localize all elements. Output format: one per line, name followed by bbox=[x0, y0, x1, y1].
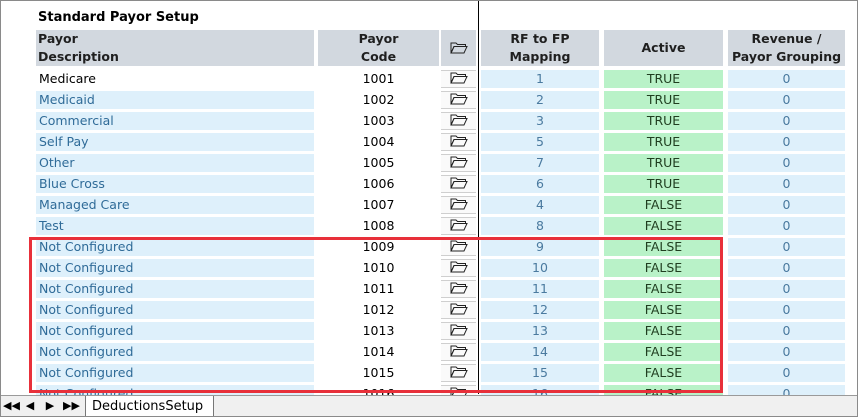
header-rev-line2: Payor Grouping bbox=[731, 49, 842, 64]
active-cell[interactable]: TRUE bbox=[604, 91, 723, 109]
revenue-grouping-cell[interactable]: 0 bbox=[728, 154, 845, 172]
payor-description-cell[interactable]: Test bbox=[36, 217, 314, 235]
header-desc-line1: Payor bbox=[38, 31, 78, 46]
folder-open-icon[interactable] bbox=[441, 217, 476, 235]
folder-open-icon[interactable] bbox=[441, 196, 476, 214]
table-row: Managed Care 1007 4 FALSE 0 bbox=[1, 196, 857, 217]
header-rev-line1: Revenue / bbox=[751, 31, 822, 46]
revenue-grouping-cell[interactable]: 0 bbox=[728, 343, 845, 361]
active-cell[interactable]: TRUE bbox=[604, 70, 723, 88]
highlight-box-not-configured bbox=[29, 237, 723, 393]
payor-description-cell[interactable]: Commercial bbox=[36, 112, 314, 130]
header-rf-to-fp-mapping: RF to FP Mapping bbox=[481, 30, 599, 66]
active-cell[interactable]: TRUE bbox=[604, 112, 723, 130]
header-desc-line2: Description bbox=[38, 49, 119, 64]
header-folder bbox=[441, 30, 476, 66]
revenue-grouping-cell[interactable]: 0 bbox=[728, 112, 845, 130]
folder-open-icon[interactable] bbox=[441, 175, 476, 193]
revenue-grouping-cell[interactable]: 0 bbox=[728, 364, 845, 382]
header-active: Active bbox=[604, 30, 723, 66]
header-rf-line2: Mapping bbox=[509, 49, 571, 64]
table-row: Other 1005 7 TRUE 0 bbox=[1, 154, 857, 175]
rf-mapping-cell[interactable]: 7 bbox=[481, 154, 599, 172]
revenue-grouping-cell[interactable]: 0 bbox=[728, 280, 845, 298]
header-payor-code: Payor Code bbox=[318, 30, 439, 66]
rf-mapping-cell[interactable]: 3 bbox=[481, 112, 599, 130]
payor-code-cell[interactable]: 1003 bbox=[318, 112, 439, 130]
revenue-grouping-cell[interactable]: 0 bbox=[728, 217, 845, 235]
first-sheet-button[interactable]: ◀◀ bbox=[3, 399, 20, 412]
revenue-grouping-cell[interactable]: 0 bbox=[728, 196, 845, 214]
rf-mapping-cell[interactable]: 1 bbox=[481, 70, 599, 88]
table-row: Blue Cross 1006 6 TRUE 0 bbox=[1, 175, 857, 196]
payor-description-cell[interactable]: Blue Cross bbox=[36, 175, 314, 193]
sheet-tab-deductions-setup[interactable]: DeductionsSetup bbox=[85, 396, 215, 416]
table-row: Medicare 1001 1 TRUE 0 bbox=[1, 70, 857, 91]
revenue-grouping-cell[interactable]: 0 bbox=[728, 301, 845, 319]
active-cell[interactable]: TRUE bbox=[604, 133, 723, 151]
header-payor-description: Payor Description bbox=[36, 30, 314, 66]
header-revenue-payor-grouping: Revenue / Payor Grouping bbox=[728, 30, 845, 66]
table-row: Self Pay 1004 5 TRUE 0 bbox=[1, 133, 857, 154]
next-sheet-button[interactable]: ▶ bbox=[43, 399, 57, 412]
payor-description-cell[interactable]: Medicaid bbox=[36, 91, 314, 109]
folder-open-icon[interactable] bbox=[441, 91, 476, 109]
payor-code-cell[interactable]: 1008 bbox=[318, 217, 439, 235]
active-cell[interactable]: TRUE bbox=[604, 175, 723, 193]
payor-code-cell[interactable]: 1006 bbox=[318, 175, 439, 193]
folder-open-icon[interactable] bbox=[441, 112, 476, 130]
spreadsheet-window: Standard Payor Setup Payor Description P… bbox=[0, 0, 858, 417]
active-cell[interactable]: FALSE bbox=[604, 217, 723, 235]
rf-mapping-cell[interactable]: 2 bbox=[481, 91, 599, 109]
revenue-grouping-cell[interactable]: 0 bbox=[728, 91, 845, 109]
revenue-grouping-cell[interactable]: 0 bbox=[728, 238, 845, 256]
payor-description-cell[interactable]: Medicare bbox=[36, 70, 314, 88]
revenue-grouping-cell[interactable]: 0 bbox=[728, 322, 845, 340]
rf-mapping-cell[interactable]: 4 bbox=[481, 196, 599, 214]
payor-code-cell[interactable]: 1004 bbox=[318, 133, 439, 151]
active-cell[interactable]: FALSE bbox=[604, 196, 723, 214]
revenue-grouping-cell[interactable]: 0 bbox=[728, 70, 845, 88]
header-code-line1: Payor bbox=[358, 31, 399, 46]
sheet-title: Standard Payor Setup bbox=[38, 10, 199, 25]
header-code-line2: Code bbox=[360, 49, 397, 64]
sheet-tab-bar: ◀◀ ◀ ▶ ▶▶ DeductionsSetup bbox=[1, 395, 857, 416]
folder-open-icon[interactable] bbox=[441, 133, 476, 151]
revenue-grouping-cell[interactable]: 0 bbox=[728, 133, 845, 151]
rf-mapping-cell[interactable]: 5 bbox=[481, 133, 599, 151]
table-row: Test 1008 8 FALSE 0 bbox=[1, 217, 857, 238]
payor-code-cell[interactable]: 1005 bbox=[318, 154, 439, 172]
payor-description-cell[interactable]: Managed Care bbox=[36, 196, 314, 214]
rf-mapping-cell[interactable]: 6 bbox=[481, 175, 599, 193]
payor-description-cell[interactable]: Other bbox=[36, 154, 314, 172]
revenue-grouping-cell[interactable]: 0 bbox=[728, 259, 845, 277]
folder-open-icon bbox=[449, 42, 468, 54]
payor-code-cell[interactable]: 1001 bbox=[318, 70, 439, 88]
revenue-grouping-cell[interactable]: 0 bbox=[728, 175, 845, 193]
payor-code-cell[interactable]: 1002 bbox=[318, 91, 439, 109]
payor-code-cell[interactable]: 1007 bbox=[318, 196, 439, 214]
rf-mapping-cell[interactable]: 8 bbox=[481, 217, 599, 235]
folder-open-icon[interactable] bbox=[441, 70, 476, 88]
table-row: Medicaid 1002 2 TRUE 0 bbox=[1, 91, 857, 112]
prev-sheet-button[interactable]: ◀ bbox=[23, 399, 37, 412]
folder-open-icon[interactable] bbox=[441, 154, 476, 172]
header-rf-line1: RF to FP bbox=[510, 31, 570, 46]
active-cell[interactable]: TRUE bbox=[604, 154, 723, 172]
last-sheet-button[interactable]: ▶▶ bbox=[63, 399, 80, 412]
table-row: Commercial 1003 3 TRUE 0 bbox=[1, 112, 857, 133]
payor-description-cell[interactable]: Self Pay bbox=[36, 133, 314, 151]
